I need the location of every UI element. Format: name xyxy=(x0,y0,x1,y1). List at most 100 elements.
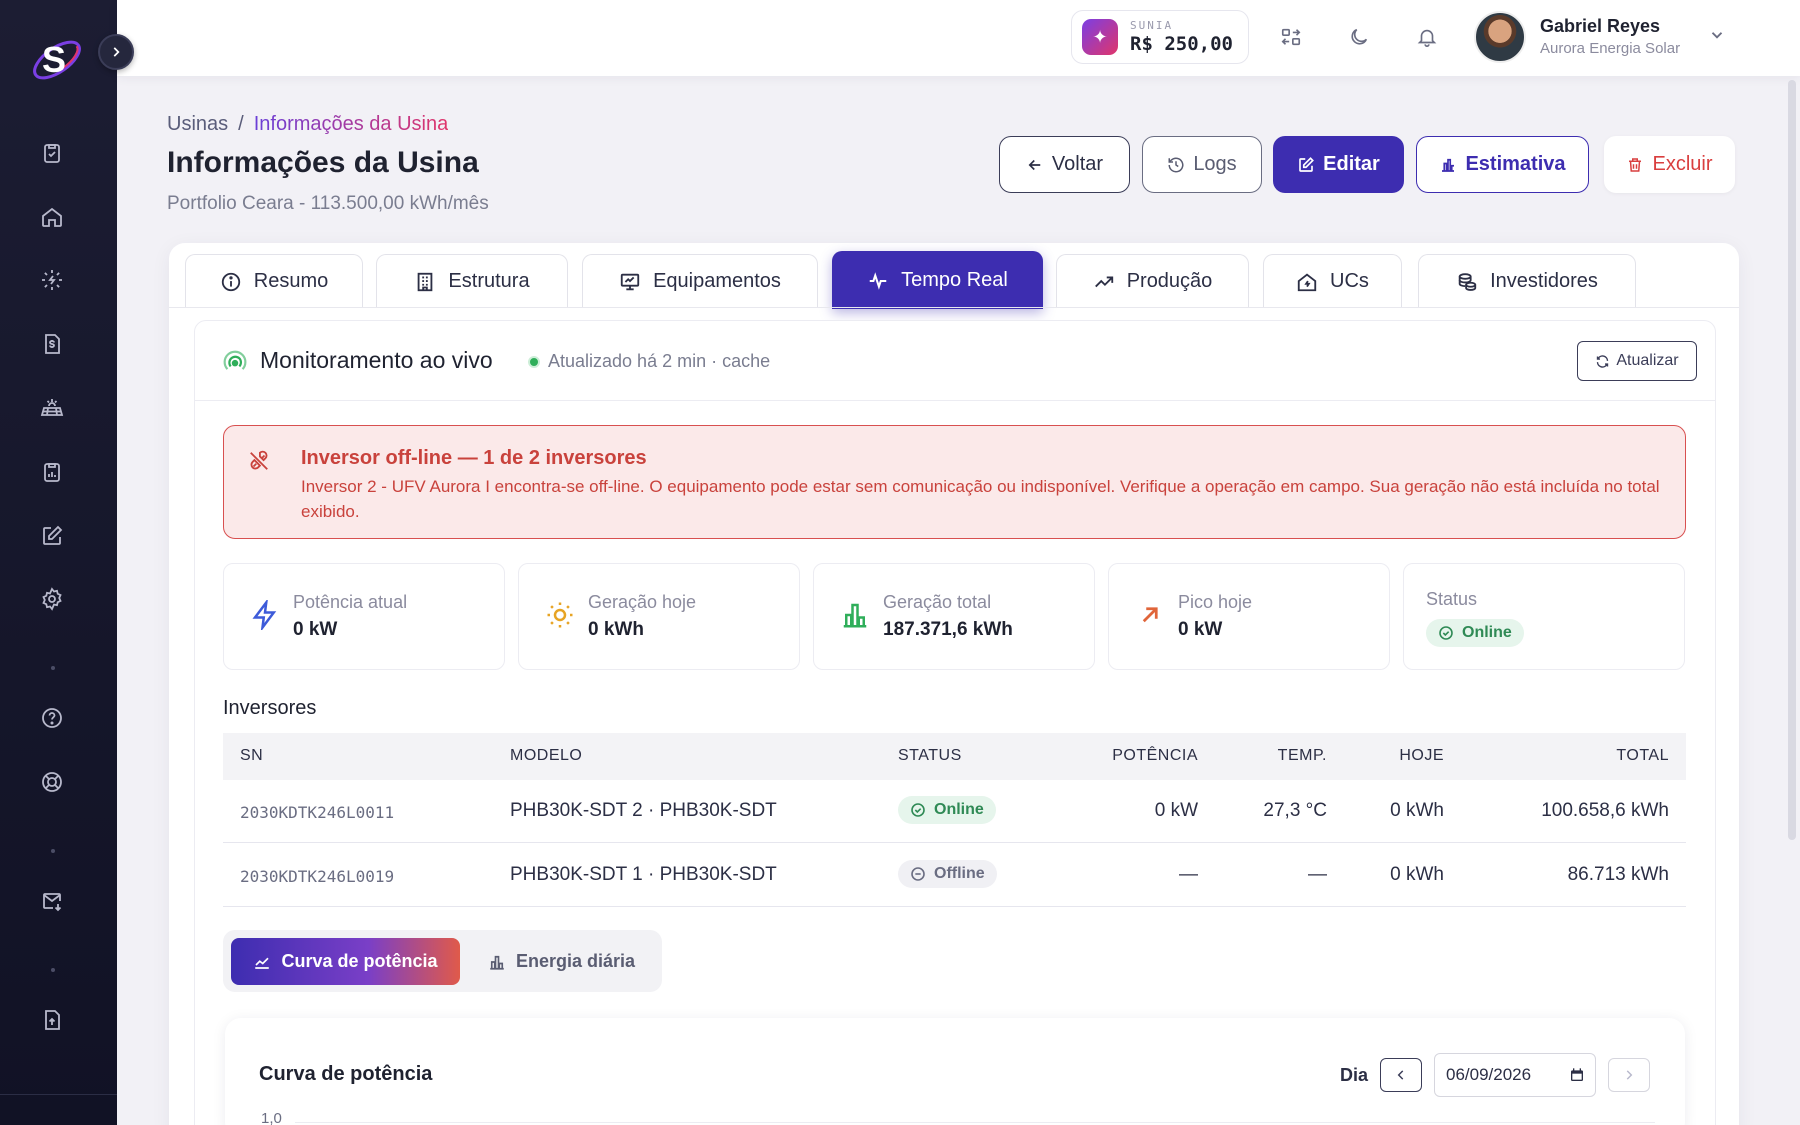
area-chart-icon xyxy=(253,953,271,971)
invoice-dollar-icon xyxy=(40,332,64,356)
cell-total: 86.713 kWh xyxy=(1567,864,1669,885)
sidebar-item-upload[interactable] xyxy=(38,1006,66,1034)
next-day-button[interactable] xyxy=(1608,1058,1650,1092)
sidebar-toggle-button[interactable] xyxy=(98,34,134,70)
table-row[interactable]: 2030KDTK246L0011 PHB30K-SDT 2 · PHB30K-S… xyxy=(223,780,1686,843)
column-header-power: POTÊNCIA xyxy=(1112,747,1198,764)
edit-button-label: Editar xyxy=(1323,153,1380,175)
topbar xyxy=(117,0,1800,76)
bar-chart-icon xyxy=(840,600,870,630)
bolt-icon xyxy=(250,600,280,630)
refresh-button[interactable]: Atualizar xyxy=(1577,341,1697,381)
estimate-button-label: Estimativa xyxy=(1465,153,1566,175)
tab-resumo[interactable]: Resumo xyxy=(185,254,363,308)
sidebar-item-plants[interactable] xyxy=(38,394,66,422)
tab-label: Investidores xyxy=(1490,270,1598,292)
edit-button[interactable]: Editar xyxy=(1273,136,1404,193)
delete-button-label: Excluir xyxy=(1652,153,1713,175)
stat-card-total-generation: Geração total 187.371,6 kWh xyxy=(813,563,1095,670)
breadcrumb-root[interactable]: Usinas xyxy=(167,113,228,136)
cell-power: 0 kW xyxy=(1154,800,1198,821)
wallet-balance[interactable]: ✦ SUNIA R$ 250,00 xyxy=(1071,10,1249,64)
refresh-icon xyxy=(1595,354,1610,369)
cell-temp: — xyxy=(1308,864,1327,885)
user-name[interactable]: Gabriel Reyes xyxy=(1540,16,1660,37)
sidebar-item-support[interactable] xyxy=(38,768,66,796)
sidebar-item-edit[interactable] xyxy=(38,522,66,550)
date-picker-input[interactable]: 06/09/2026 xyxy=(1434,1053,1596,1097)
tab-label: UCs xyxy=(1330,270,1369,292)
check-circle-icon xyxy=(1438,625,1454,641)
user-menu-button[interactable] xyxy=(1708,26,1726,44)
sidebar-item-home[interactable] xyxy=(38,203,66,231)
tab-label: Equipamentos xyxy=(653,270,781,292)
sun-icon xyxy=(545,600,575,630)
arrow-left-icon xyxy=(1026,156,1044,174)
coins-icon xyxy=(1456,271,1478,293)
sidebar-item-tasks[interactable] xyxy=(38,139,66,167)
power-curve-toggle-label: Curva de potência xyxy=(281,951,438,971)
theme-toggle-button[interactable] xyxy=(1344,22,1374,52)
cell-today: 0 kWh xyxy=(1390,800,1444,821)
tab-ucs[interactable]: UCs xyxy=(1263,254,1402,308)
calendar-icon[interactable] xyxy=(1569,1067,1585,1083)
sidebar-item-generation[interactable] xyxy=(38,266,66,294)
live-monitoring-title: Monitoramento ao vivo xyxy=(260,347,493,373)
info-icon xyxy=(220,271,242,293)
tabs-divider xyxy=(169,307,1739,308)
power-curve-toggle-button[interactable]: Curva de potência xyxy=(231,938,460,985)
daily-energy-toggle-button[interactable]: Energia diária xyxy=(488,938,635,985)
live-status-text: Atualizado há 2 min · cache xyxy=(548,351,771,371)
home-icon xyxy=(40,205,64,229)
sidebar-item-billing[interactable] xyxy=(38,330,66,358)
tab-estrutura[interactable]: Estrutura xyxy=(376,254,568,308)
bell-icon xyxy=(1416,26,1438,48)
history-icon xyxy=(1167,156,1185,174)
stat-label: Status xyxy=(1426,589,1478,609)
sun-bolt-icon xyxy=(40,268,64,292)
chevron-left-icon xyxy=(1394,1068,1408,1082)
sidebar-separator xyxy=(51,849,55,853)
page-scrollbar[interactable] xyxy=(1788,80,1796,840)
sidebar-item-help[interactable] xyxy=(38,704,66,732)
tab-producao[interactable]: Produção xyxy=(1056,254,1249,308)
switch-icon xyxy=(1280,26,1302,48)
stat-value: 0 kW xyxy=(1178,619,1223,640)
notifications-button[interactable] xyxy=(1412,22,1442,52)
help-circle-icon xyxy=(40,706,64,730)
tab-equipamentos[interactable]: Equipamentos xyxy=(582,254,818,308)
live-status-dot xyxy=(528,355,540,368)
bar-chart-icon xyxy=(1439,156,1457,174)
status-badge-label: Online xyxy=(1462,624,1512,641)
breadcrumb: Usinas / Informações da Usina xyxy=(167,113,448,136)
sidebar-item-reports[interactable] xyxy=(38,458,66,486)
switch-view-button[interactable] xyxy=(1276,22,1306,52)
breadcrumb-current: Informações da Usina xyxy=(253,113,449,135)
logs-button-label: Logs xyxy=(1193,153,1237,175)
back-button[interactable]: Voltar xyxy=(999,136,1130,193)
chart-y-tick-label: 1,0 xyxy=(261,1110,282,1125)
edit-icon xyxy=(1297,156,1315,174)
stat-value: 0 kWh xyxy=(588,619,644,640)
app-logo[interactable]: S xyxy=(28,30,86,88)
sidebar-item-inbox[interactable] xyxy=(38,887,66,915)
previous-day-button[interactable] xyxy=(1380,1058,1422,1092)
sidebar-footer-divider xyxy=(0,1094,117,1095)
clipboard-check-icon xyxy=(40,141,64,165)
cell-model: PHB30K-SDT 2 · PHB30K-SDT xyxy=(510,800,777,821)
cell-temp: 27,3 °C xyxy=(1263,800,1327,821)
stat-value: 0 kW xyxy=(293,619,338,640)
avatar[interactable] xyxy=(1474,11,1526,63)
breadcrumb-separator: / xyxy=(238,113,244,135)
tab-tempo-real[interactable]: Tempo Real xyxy=(832,251,1043,309)
alert-title: Inversor off-line — 1 de 2 inversores xyxy=(301,447,647,469)
delete-button[interactable]: Excluir xyxy=(1604,136,1735,193)
tab-investidores[interactable]: Investidores xyxy=(1418,254,1636,308)
cell-sn: 2030KDTK246L0011 xyxy=(240,803,395,822)
estimate-button[interactable]: Estimativa xyxy=(1416,136,1589,193)
building-icon xyxy=(414,271,436,293)
sidebar-item-settings[interactable] xyxy=(38,585,66,613)
table-row[interactable]: 2030KDTK246L0019 PHB30K-SDT 1 · PHB30K-S… xyxy=(223,844,1686,907)
logs-button[interactable]: Logs xyxy=(1142,136,1262,193)
status-badge-label: Online xyxy=(934,801,984,818)
